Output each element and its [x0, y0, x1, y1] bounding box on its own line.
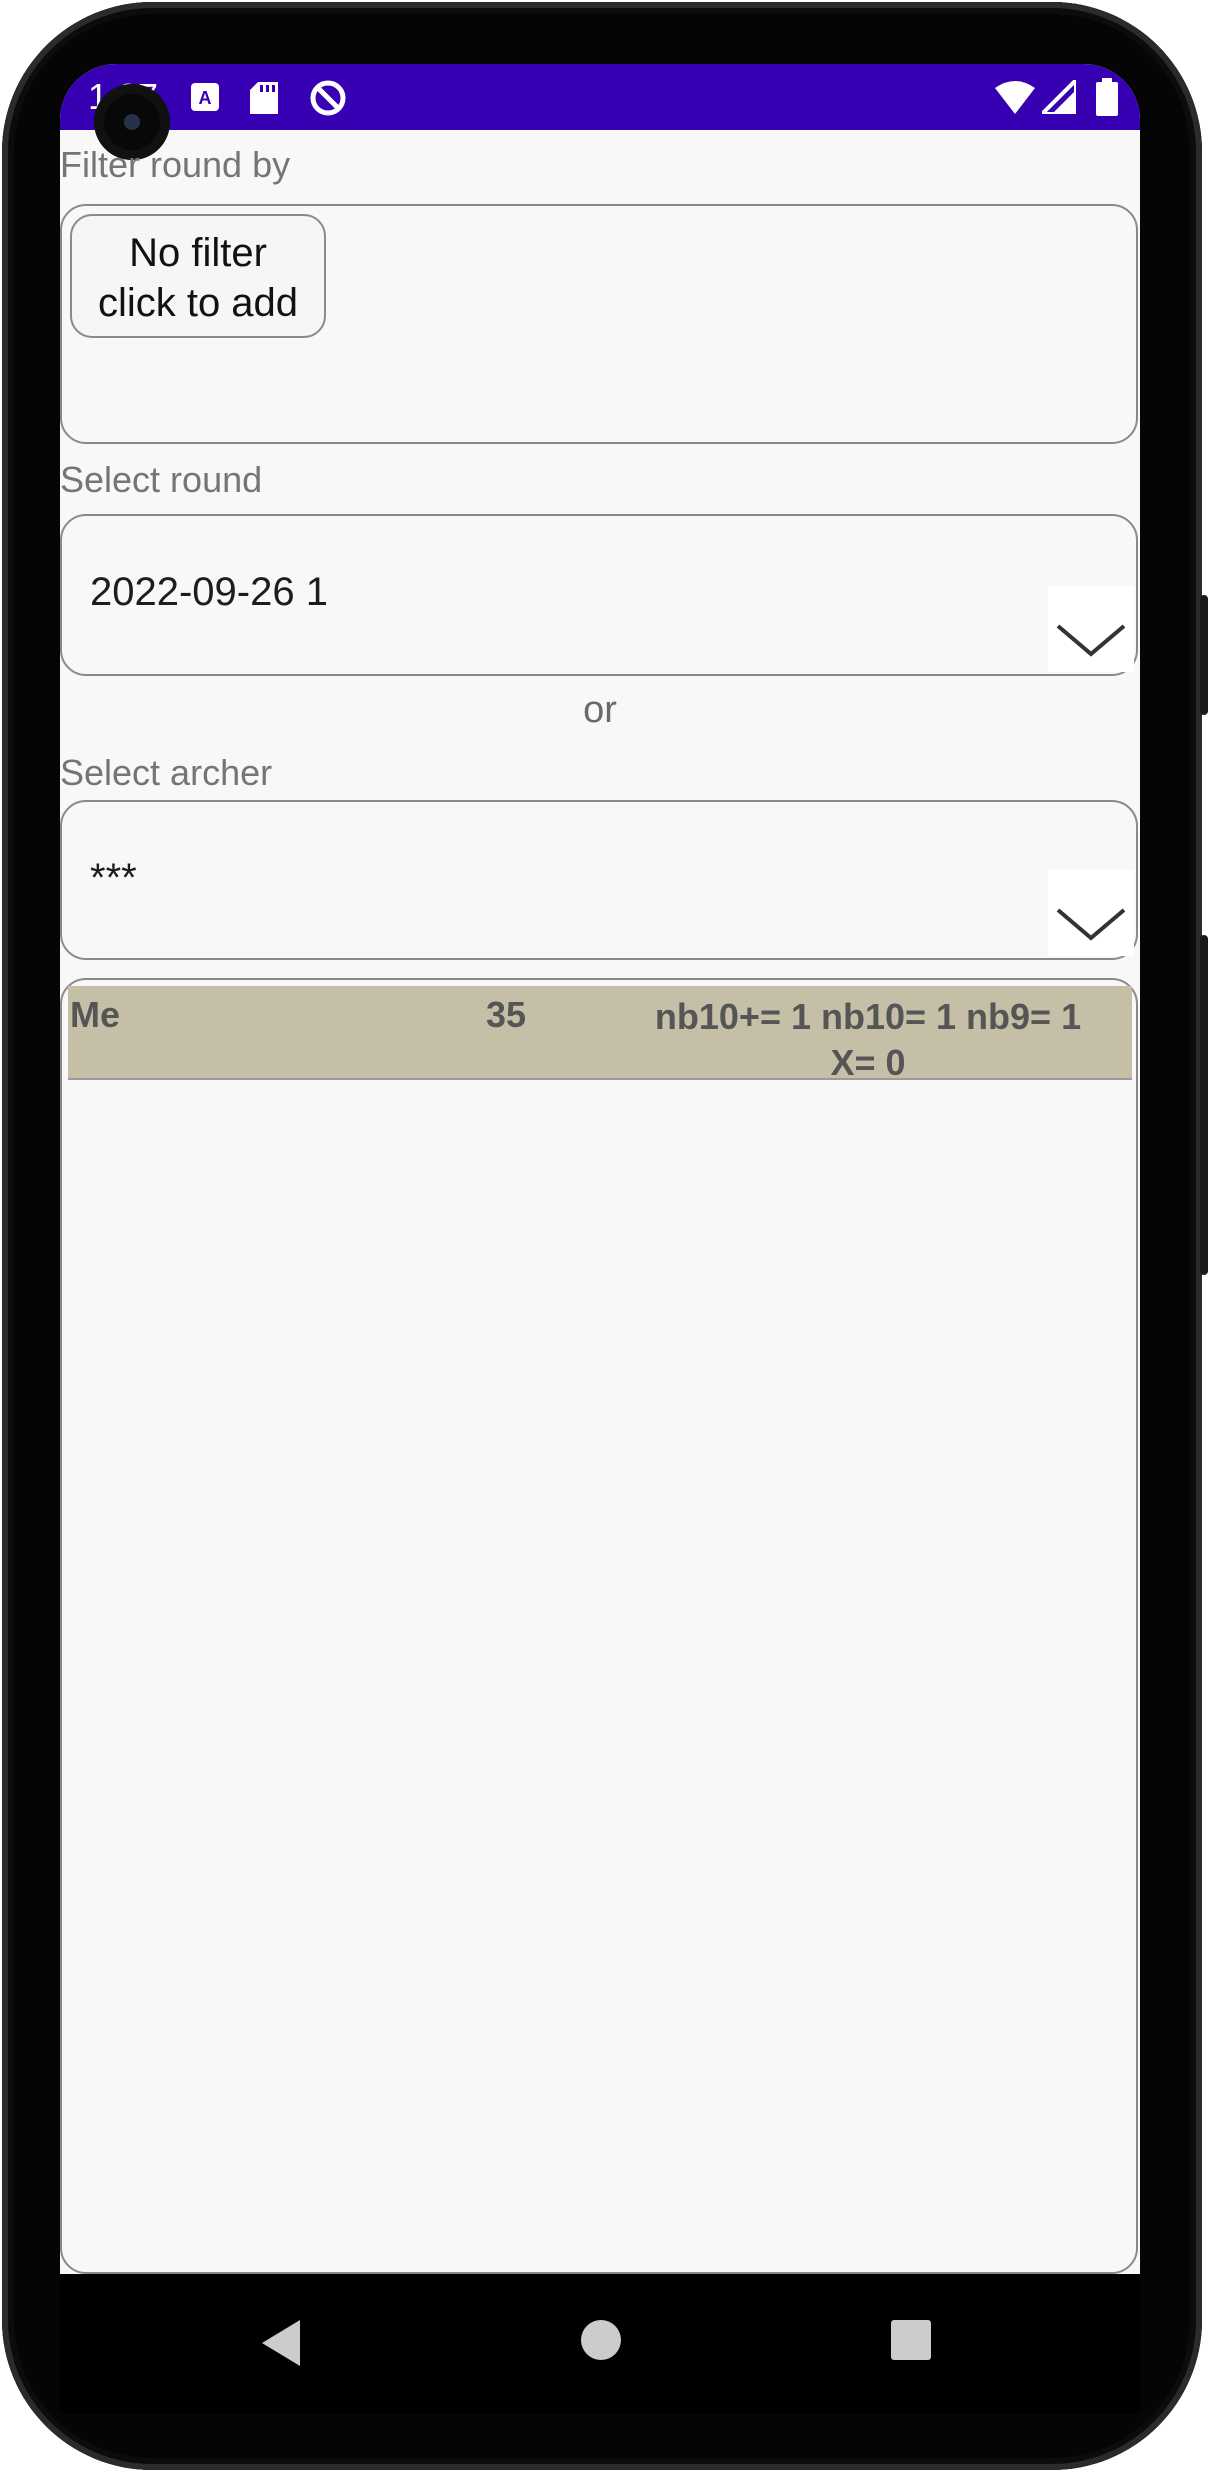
- recents-icon[interactable]: [889, 2318, 933, 2367]
- volume-button: [1200, 935, 1208, 1275]
- chevron-down-icon: [1056, 624, 1126, 657]
- result-row[interactable]: Me 35 nb10+= 1 nb10= 1 nb9= 1 X= 0: [68, 986, 1132, 1083]
- archer-label: Select archer: [60, 752, 273, 793]
- home-icon[interactable]: [579, 2318, 623, 2367]
- round-label: Select round: [60, 459, 263, 500]
- archer-value: ***: [90, 856, 137, 900]
- archer-dropdown-button[interactable]: [1048, 870, 1134, 956]
- results-list: Me 35 nb10+= 1 nb10= 1 nb9= 1 X= 0: [60, 978, 1138, 2274]
- archer-select[interactable]: ***: [60, 800, 1138, 960]
- filter-label: Filter round by: [60, 144, 291, 185]
- result-stats-line1: nb10+= 1 nb10= 1 nb9= 1: [654, 996, 1082, 1037]
- round-select[interactable]: 2022-09-26 1: [60, 514, 1138, 676]
- or-separator: or: [583, 689, 617, 731]
- round-value: 2022-09-26 1: [90, 570, 328, 614]
- power-button: [1200, 595, 1208, 715]
- svg-text:A: A: [199, 88, 212, 108]
- sync-blocked-icon: [308, 78, 348, 123]
- filter-box: No filter click to add: [60, 204, 1138, 444]
- chevron-down-icon: [1056, 908, 1126, 941]
- round-dropdown-button[interactable]: [1048, 586, 1134, 672]
- result-name: Me: [70, 994, 121, 1035]
- battery-icon: [1096, 78, 1118, 121]
- screen: 1:27 A Filter round by No filter click t…: [60, 64, 1140, 2274]
- font-icon: A: [190, 82, 220, 117]
- wifi-icon: [995, 80, 1035, 119]
- add-filter-button[interactable]: No filter click to add: [70, 214, 326, 338]
- filter-button-line2: click to add: [97, 281, 299, 325]
- back-icon[interactable]: [260, 2318, 304, 2373]
- result-stats-line2: X= 0: [830, 1042, 906, 1083]
- result-stats: nb10+= 1 nb10= 1 nb9= 1 X= 0: [628, 994, 1108, 1086]
- filter-button-line1: No filter: [129, 231, 267, 275]
- signal-icon: [1037, 75, 1078, 119]
- status-bar: 1:27 A: [60, 64, 1140, 130]
- sd-card-icon: [250, 82, 278, 119]
- result-score: 35: [486, 994, 527, 1035]
- navigation-bar: [60, 2274, 1140, 2414]
